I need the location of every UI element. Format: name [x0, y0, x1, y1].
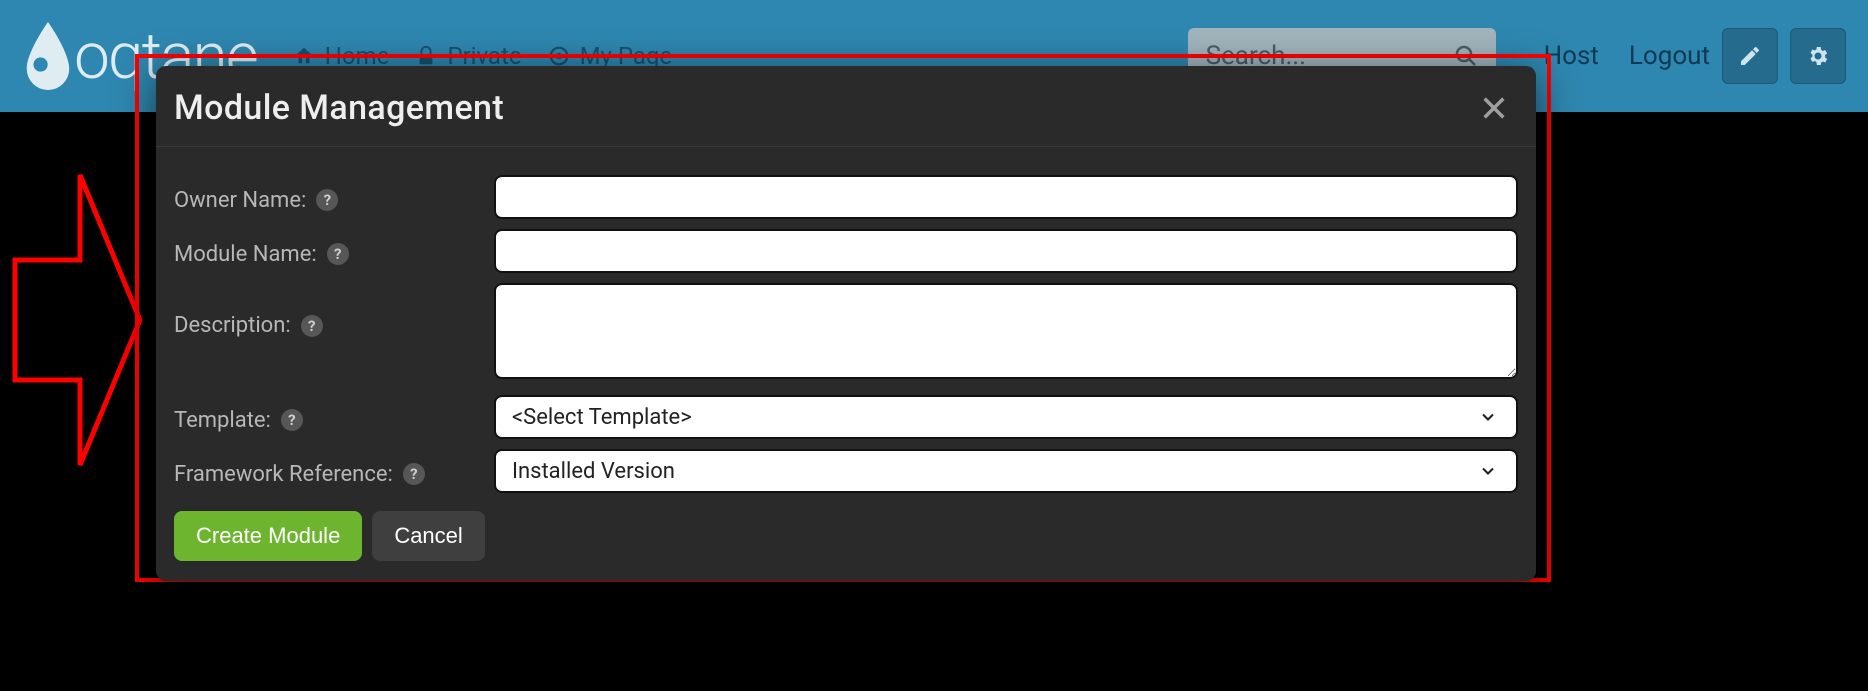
home-icon: [293, 45, 315, 67]
edit-button[interactable]: [1722, 28, 1778, 84]
target-icon: [548, 45, 570, 67]
dialog-actions: Create Module Cancel: [174, 511, 1518, 561]
dialog-header: Module Management: [156, 66, 1536, 147]
owner-name-row: Owner Name: ?: [174, 175, 1518, 219]
help-icon[interactable]: ?: [327, 243, 349, 265]
owner-name-label: Owner Name:: [174, 188, 306, 213]
framework-select[interactable]: Installed Version: [494, 449, 1518, 493]
module-name-row: Module Name: ?: [174, 229, 1518, 273]
gear-icon: [1806, 44, 1830, 68]
help-icon[interactable]: ?: [403, 463, 425, 485]
module-name-input[interactable]: [494, 229, 1518, 273]
create-module-button[interactable]: Create Module: [174, 511, 362, 561]
framework-label: Framework Reference:: [174, 462, 393, 487]
description-label: Description:: [174, 313, 291, 338]
lock-icon: [415, 45, 437, 67]
template-select[interactable]: <Select Template>: [494, 395, 1518, 439]
description-label-wrap: Description: ?: [174, 283, 494, 338]
module-management-dialog: Module Management Owner Name: ? Module N…: [156, 66, 1536, 581]
cancel-button[interactable]: Cancel: [372, 511, 484, 561]
pencil-icon: [1738, 44, 1762, 68]
module-name-label-wrap: Module Name: ?: [174, 236, 494, 267]
description-row: Description: ?: [174, 283, 1518, 383]
template-label: Template:: [174, 408, 271, 433]
template-select-value: <Select Template>: [512, 405, 692, 430]
settings-button[interactable]: [1790, 28, 1846, 84]
description-input[interactable]: [494, 283, 1518, 379]
search-icon: [1454, 44, 1478, 68]
host-link[interactable]: Host: [1544, 41, 1599, 71]
framework-select-value: Installed Version: [512, 459, 675, 484]
logout-link[interactable]: Logout: [1629, 41, 1710, 71]
module-name-label: Module Name:: [174, 242, 317, 267]
logo-droplet-icon: [22, 22, 74, 90]
template-row: Template: ? <Select Template>: [174, 395, 1518, 439]
dialog-title: Module Management: [174, 88, 504, 128]
chevron-down-icon: [1478, 461, 1498, 481]
framework-label-wrap: Framework Reference: ?: [174, 456, 494, 487]
close-icon[interactable]: [1480, 94, 1508, 122]
owner-name-label-wrap: Owner Name: ?: [174, 182, 494, 213]
help-icon[interactable]: ?: [316, 189, 338, 211]
framework-row: Framework Reference: ? Installed Version: [174, 449, 1518, 493]
user-links: Host Logout: [1544, 41, 1710, 71]
dialog-body: Owner Name: ? Module Name: ? Description…: [156, 147, 1536, 581]
owner-name-input[interactable]: [494, 175, 1518, 219]
help-icon[interactable]: ?: [281, 409, 303, 431]
help-icon[interactable]: ?: [301, 315, 323, 337]
template-label-wrap: Template: ?: [174, 402, 494, 433]
chevron-down-icon: [1478, 407, 1498, 427]
